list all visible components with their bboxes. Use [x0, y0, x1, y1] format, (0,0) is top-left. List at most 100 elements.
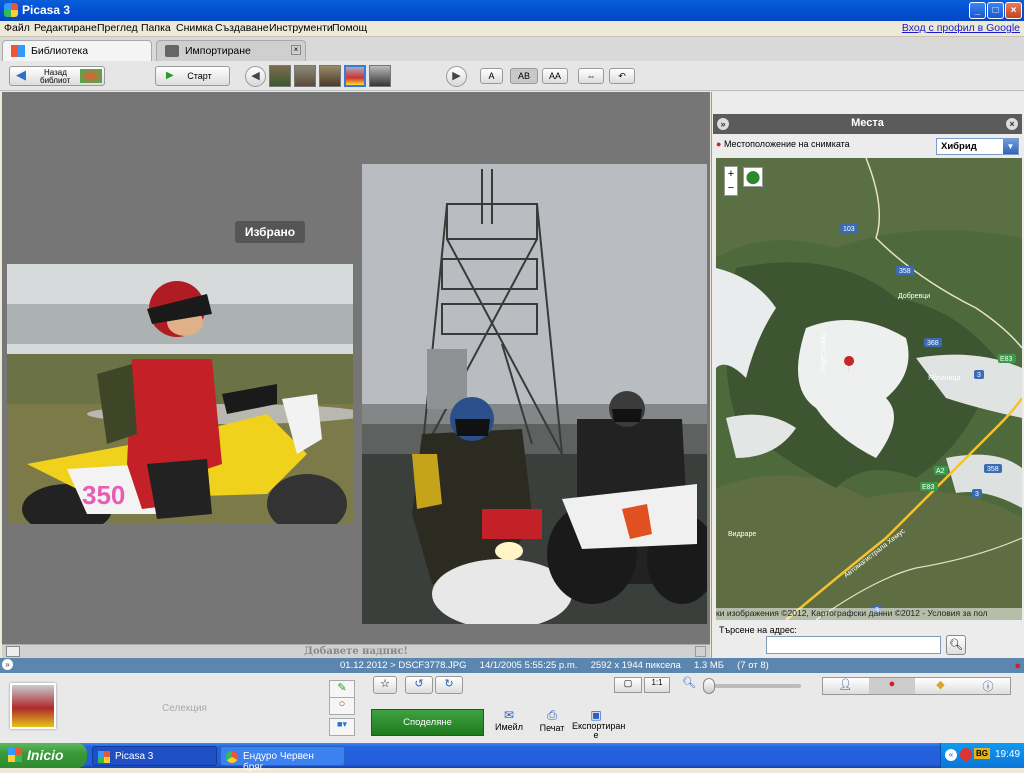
tray-expand-icon[interactable]: «	[945, 749, 957, 761]
caption-large-button[interactable]: AA	[542, 68, 568, 84]
collapse-icon[interactable]: »	[2, 659, 13, 670]
zoom-control[interactable]: + −	[724, 166, 738, 196]
zoom-in-button[interactable]: +	[725, 167, 737, 181]
back-to-library-button[interactable]: ◀ Назад библиот	[9, 66, 105, 86]
location-marker-button[interactable]: ⬤	[743, 167, 763, 187]
play-icon: ▶	[166, 70, 174, 81]
menu-folder[interactable]: Папка	[141, 22, 171, 34]
task-label: Picasa 3	[115, 751, 154, 762]
photo-rider-yellow-bike[interactable]: 350	[7, 264, 353, 524]
taskbar-item-chrome[interactable]: Ендуро Червен бряг...	[220, 746, 345, 773]
rotate-left-icon: ↺	[414, 678, 424, 690]
zoom-out-button[interactable]: −	[725, 181, 737, 195]
maximize-button[interactable]: □	[987, 2, 1004, 19]
next-photo-button[interactable]: ▶	[446, 66, 467, 87]
photo-riders-tower[interactable]	[362, 164, 707, 624]
address-search-label: Търсене на адрес:	[719, 625, 797, 635]
selection-label: Селекция	[162, 703, 207, 714]
tab-import[interactable]: Импортиране ×	[156, 40, 306, 61]
fit-view-button[interactable]: ▢	[614, 677, 642, 693]
library-icon	[11, 45, 25, 57]
tags-icon[interactable]: ◆	[917, 678, 964, 691]
hold-button[interactable]: ✎	[329, 680, 355, 698]
start-label: Inicio	[27, 747, 64, 763]
menu-create[interactable]: Създаване	[215, 22, 269, 34]
search-button[interactable]: 🔍︎	[946, 635, 966, 655]
windows-logo-icon	[8, 748, 22, 762]
export-button[interactable]: ▣ Експортиран е	[572, 708, 625, 740]
caption-clear-icon[interactable]	[695, 646, 706, 657]
caption-small-button[interactable]: A	[480, 68, 503, 84]
one-to-one-icon: 1:1	[651, 678, 663, 687]
caption-aa-label: AA	[548, 71, 561, 81]
road-label: A2	[936, 468, 945, 475]
start-button[interactable]: Inicio	[0, 743, 87, 768]
taskbar-item-picasa[interactable]: Picasa 3	[92, 746, 217, 766]
road-label: E83	[1000, 356, 1013, 363]
road-label: 3	[977, 372, 981, 379]
menu-help[interactable]: Помощ	[332, 22, 367, 34]
filmstrip-thumb[interactable]	[319, 65, 341, 87]
road-label: 358	[987, 466, 999, 473]
export-label-2: е	[593, 730, 599, 740]
prev-photo-button[interactable]: ◀	[245, 66, 266, 87]
minimize-button[interactable]: _	[969, 2, 986, 19]
menu-edit[interactable]: Редактиране	[34, 22, 97, 34]
email-label: Имейл	[495, 722, 523, 732]
info-icon[interactable]: ⓘ	[965, 678, 1011, 694]
pin-green-icon: ✎	[337, 682, 347, 694]
picasa-app-icon	[4, 3, 18, 17]
dropdown-arrow-icon[interactable]: ▼	[1003, 139, 1018, 154]
filmstrip-thumb-selected[interactable]	[344, 65, 366, 87]
zoom-slider-handle[interactable]	[703, 678, 715, 694]
caption-input[interactable]: Добавете надпис!	[2, 646, 710, 657]
close-panel-icon[interactable]: ×	[1006, 118, 1018, 130]
language-indicator[interactable]: BG	[974, 748, 990, 759]
menu-picture[interactable]: Снимка	[176, 22, 213, 34]
add-to-album-button[interactable]: ■▾	[329, 718, 355, 736]
fit-width-button[interactable]: ⇔	[578, 68, 604, 84]
caption-bar[interactable]: Добавете надпис!	[2, 644, 710, 658]
actual-size-button[interactable]: 1:1	[644, 677, 670, 693]
road-label: 103	[843, 226, 855, 233]
menu-view[interactable]: Преглед	[97, 22, 138, 34]
address-search-input[interactable]	[766, 636, 941, 654]
photo-location-label: ● Местоположение на снимката	[716, 139, 850, 149]
status-bar: » 01.12.2012 > DSCF3778.JPG 14/1/2005 5:…	[0, 658, 1024, 673]
zoom-slider[interactable]	[703, 684, 801, 688]
map-copyright: ки изображения ©2012, Картографски данни…	[716, 608, 1022, 620]
menu-bar: Файл Редактиране Преглед Папка Снимка Съ…	[0, 21, 1024, 37]
rotate-left-button[interactable]: ↺	[405, 676, 433, 694]
people-icon[interactable]: 👤︎	[823, 678, 868, 691]
menu-file[interactable]: Файл	[4, 22, 30, 34]
filmstrip-thumb[interactable]	[269, 65, 291, 87]
title-bar[interactable]: Picasa 3 _ □ ×	[0, 0, 1024, 21]
close-tab-icon[interactable]: ×	[291, 45, 301, 55]
window-title: Picasa 3	[22, 3, 71, 17]
filmstrip-thumb[interactable]	[294, 65, 316, 87]
star-button[interactable]: ☆	[373, 676, 397, 694]
map-view[interactable]: 103 358 368 E83 3 A2 E83 358 3 3 Добревц…	[716, 158, 1022, 620]
google-sign-in-link[interactable]: Вход с профил в Google	[902, 22, 1020, 34]
email-button[interactable]: ✉ Имейл	[495, 708, 523, 732]
selected-tooltip: Избрано	[235, 221, 305, 243]
close-button[interactable]: ×	[1005, 2, 1022, 19]
filmstrip-thumb[interactable]	[369, 65, 391, 87]
system-tray: « BG 19:49	[940, 743, 1024, 768]
caption-medium-button[interactable]: AB	[510, 68, 538, 84]
share-button[interactable]: Споделяне	[371, 709, 484, 736]
rotate-view-button[interactable]: ↶	[609, 68, 635, 84]
tray-app-icon[interactable]	[960, 748, 972, 761]
clear-selection-button[interactable]: ○	[329, 697, 355, 715]
start-slideshow-button[interactable]: ▶ Старт	[155, 66, 230, 86]
caption-a-label: A	[488, 71, 495, 81]
map-type-select[interactable]: Хибрид ▼	[936, 138, 1019, 155]
rotate-right-button[interactable]: ↻	[435, 676, 463, 694]
rotate-right-icon: ↻	[444, 678, 454, 690]
print-button[interactable]: ⎙ Печат	[537, 708, 567, 733]
places-tab-icon[interactable]: ●	[869, 678, 915, 694]
selected-photo-thumb[interactable]	[10, 683, 56, 729]
export-folder-icon: ▣	[590, 708, 602, 722]
menu-tools[interactable]: Инструменти	[269, 22, 333, 34]
tab-library[interactable]: Библиотека	[2, 40, 152, 61]
